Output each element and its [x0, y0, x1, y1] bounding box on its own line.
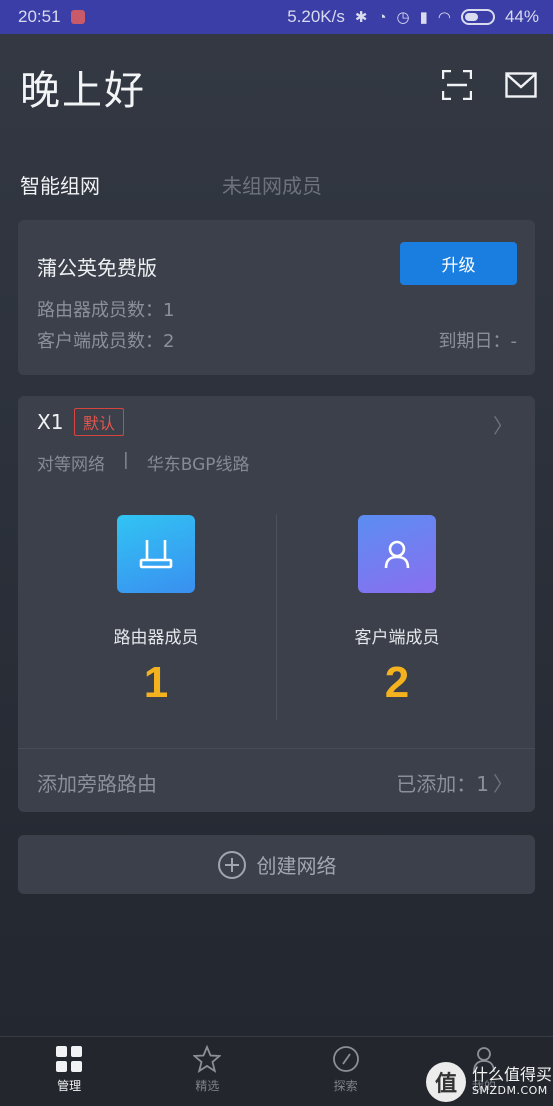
grid-icon [56, 1046, 83, 1072]
mail-icon[interactable] [505, 72, 537, 98]
chevron-right-icon[interactable]: 〉 [493, 410, 513, 439]
plus-circle-icon [217, 850, 246, 879]
default-badge: 默认 [74, 408, 125, 436]
network-tabs: 智能组网 未组网成员 [20, 170, 322, 199]
plan-title: 蒲公英免费版 [37, 256, 157, 280]
nav-label: 探索 [333, 1079, 358, 1093]
info-separator: | [123, 450, 129, 470]
plan-card: 蒲公英免费版 升级 路由器成员数：1 客户端成员数：2 到期日：- [18, 220, 535, 375]
client-members[interactable]: 客户端成员 2 [277, 515, 517, 708]
compass-icon [332, 1046, 359, 1072]
chevron-right-icon[interactable]: 〉 [493, 768, 513, 797]
clock: 20:51 [18, 7, 61, 26]
alarm-icon: ◷ [396, 9, 410, 26]
client-members-label: 客户端成员 [354, 628, 440, 648]
smzdm-watermark: 值 什么值得买 SMZDM.COM [426, 1058, 553, 1106]
notification-icon [70, 10, 85, 24]
bypass-count: 已添加：1 [396, 772, 489, 796]
upgrade-button[interactable]: 升级 [400, 242, 517, 285]
signal-icon: ▮ [419, 9, 428, 26]
tab-ungrouped-members[interactable]: 未组网成员 [222, 170, 322, 199]
nav-label: 管理 [57, 1079, 82, 1093]
create-network-label: 创建网络 [256, 854, 337, 878]
star-icon [193, 1045, 222, 1073]
nav-label: 精选 [195, 1079, 220, 1093]
client-member-count: 客户端成员数：2 [37, 331, 175, 352]
status-bar: 20:51 5.20K/s ✱ ◔ ◷ ▮ ◠ 44% [0, 0, 553, 34]
network-card[interactable]: X1 默认 〉 对等网络 | 华东BGP线路 路由器成员 1 客户端成员 2 添… [18, 396, 535, 812]
tab-smart-network[interactable]: 智能组网 [20, 170, 100, 199]
watermark-title: 什么值得买 [472, 1065, 553, 1085]
watermark-logo: 值 [426, 1062, 466, 1102]
client-members-count: 2 [384, 658, 410, 707]
mute-icon: ◔ [377, 8, 387, 26]
router-icon [117, 515, 195, 593]
scan-icon[interactable] [442, 70, 472, 100]
greeting-title: 晚上好 [20, 68, 146, 114]
network-line: 华东BGP线路 [146, 455, 250, 475]
router-members-count: 1 [143, 658, 169, 707]
router-member-count: 路由器成员数：1 [37, 300, 175, 321]
nav-manage[interactable]: 管理 [0, 1037, 138, 1106]
net-speed: 5.20K/s [287, 7, 345, 26]
user-icon [358, 515, 436, 593]
watermark-domain: SMZDM.COM [472, 1083, 548, 1097]
network-info: 对等网络 | 华东BGP线路 [37, 450, 250, 475]
bluetooth-icon: ✱ [354, 9, 368, 26]
row-divider [18, 748, 535, 749]
network-name: X1 [37, 410, 64, 434]
expire-date: 到期日：- [438, 331, 518, 352]
nav-featured[interactable]: 精选 [138, 1037, 276, 1106]
add-bypass-route[interactable]: 添加旁路路由 [37, 768, 157, 797]
wifi-icon: ◠ [437, 9, 451, 26]
create-network-button[interactable]: 创建网络 [18, 835, 535, 894]
network-type: 对等网络 [37, 455, 105, 475]
battery-level: 44% [504, 7, 539, 26]
router-members-label: 路由器成员 [113, 628, 199, 648]
nav-explore[interactable]: 探索 [277, 1037, 415, 1106]
router-members[interactable]: 路由器成员 1 [36, 515, 276, 708]
battery-icon [460, 9, 495, 25]
